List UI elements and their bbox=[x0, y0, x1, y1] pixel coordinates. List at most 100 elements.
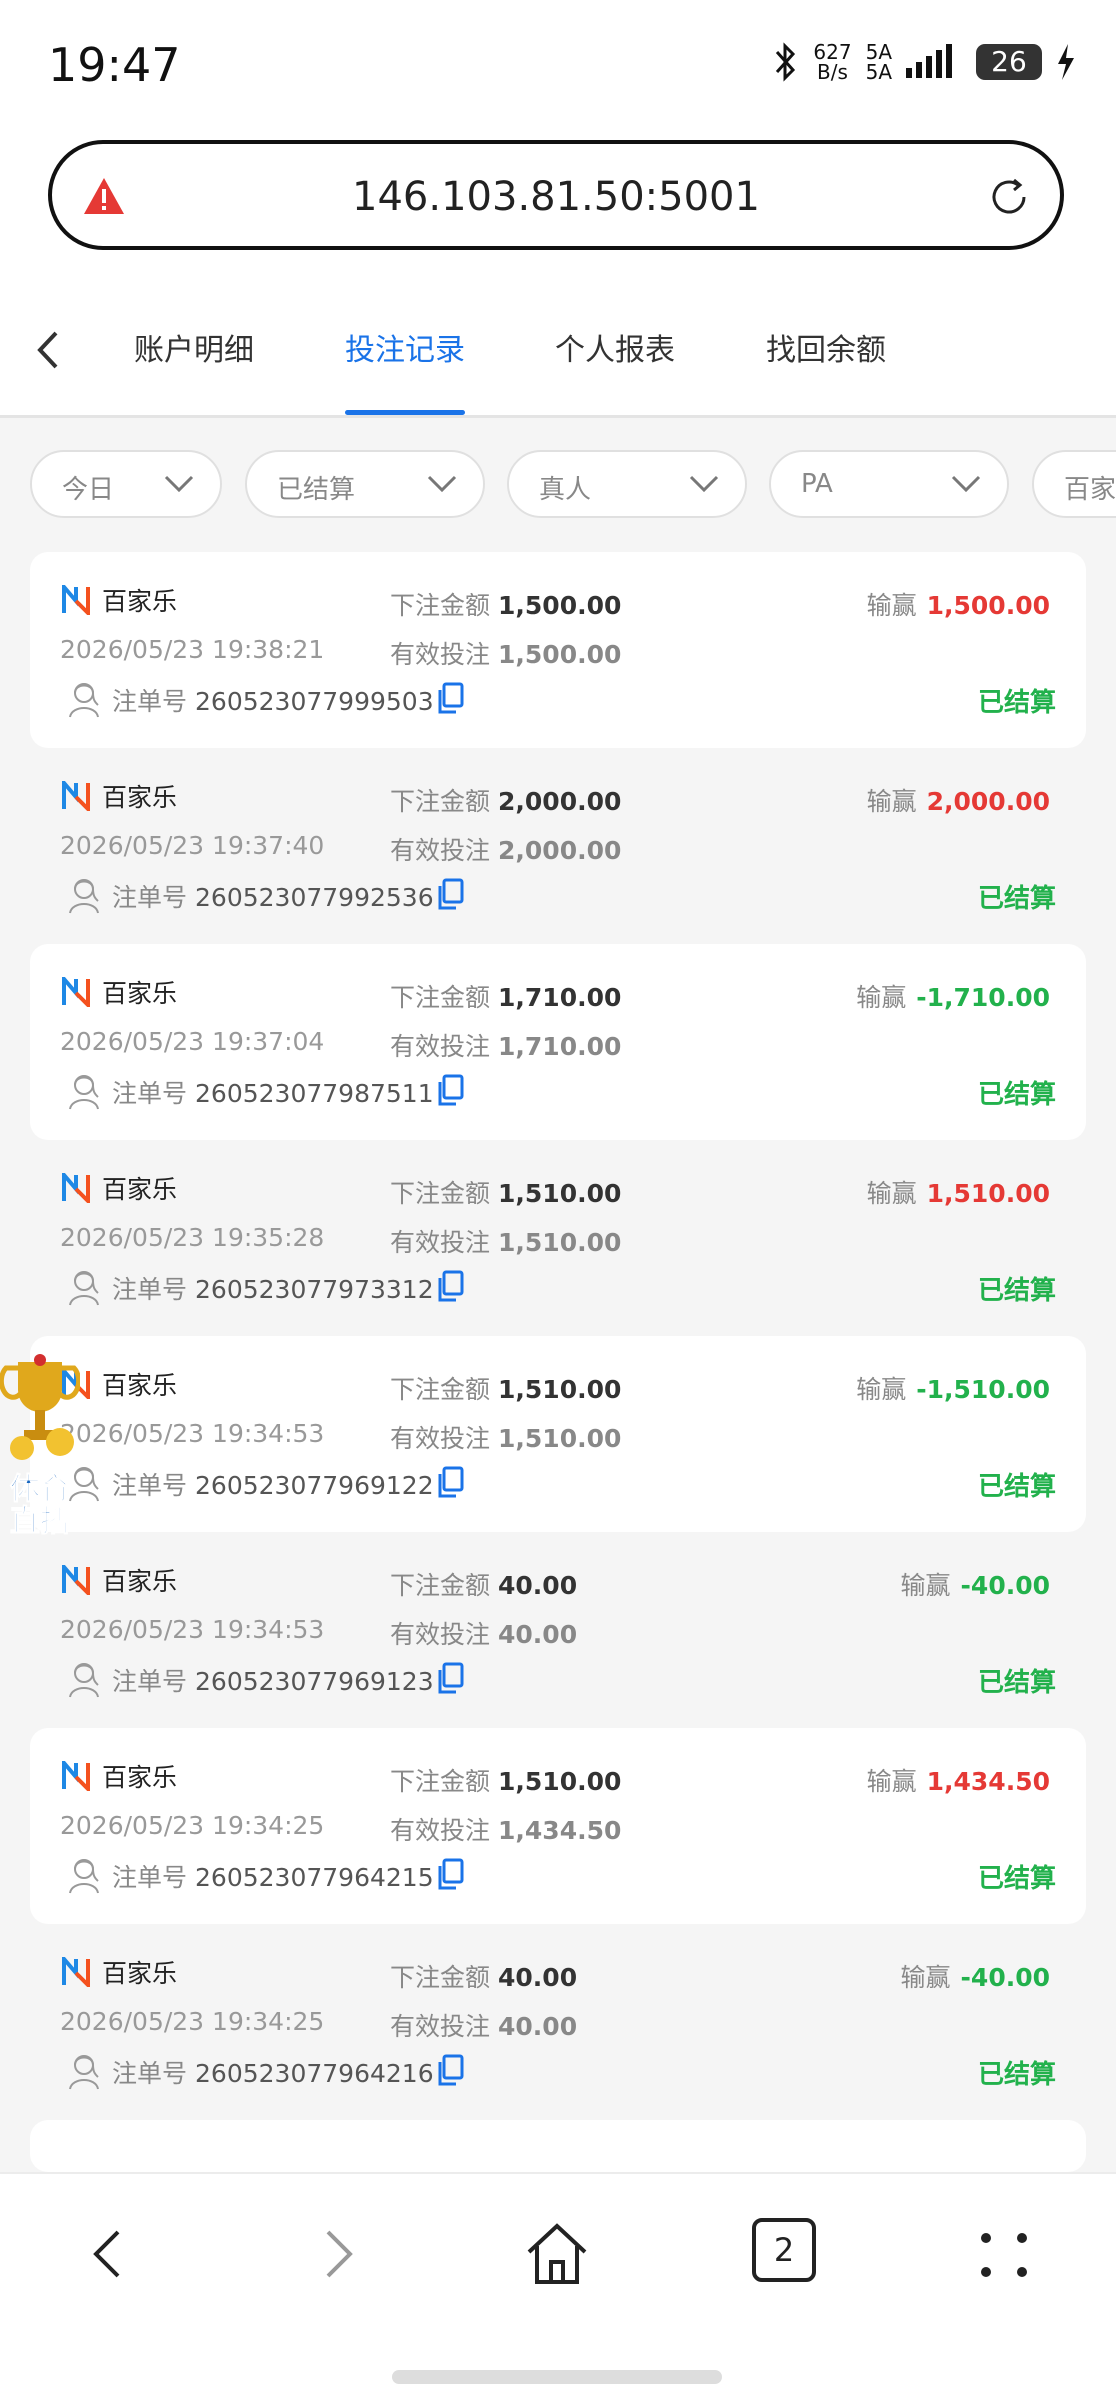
bet-amount: 下注金额 1,510.00 bbox=[390, 1767, 622, 1796]
filter-platform[interactable]: PA bbox=[769, 450, 1009, 518]
valid-bet: 有效投注 1,510.00 bbox=[390, 1228, 622, 1257]
bet-record-card[interactable]: 百家乐 下注金额 2,000.00 有效投注 2,000.00 输赢 2,000.00 202… bbox=[30, 748, 1086, 944]
tab-account-details[interactable]: 账户明细 bbox=[134, 325, 254, 369]
avatar-icon bbox=[69, 1663, 99, 1698]
home-indicator bbox=[392, 2370, 722, 2384]
status-badge: 已结算 bbox=[977, 1276, 1056, 1306]
order-number: 注单号 260523077987511 bbox=[112, 1079, 434, 1108]
copy-icon[interactable] bbox=[436, 878, 464, 910]
avatar-icon bbox=[69, 1271, 99, 1306]
game-name: 百家乐 bbox=[102, 979, 178, 1008]
status-icons: 627 B/s 5A 5A 26 bbox=[773, 42, 1076, 82]
status-badge: 已结算 bbox=[977, 688, 1056, 718]
bet-amount: 下注金额 1,500.00 bbox=[390, 591, 622, 620]
bet-time: 2026/05/23 19:35:28 bbox=[60, 1223, 325, 1252]
win-loss: 输赢 1,434.50 bbox=[866, 1767, 1050, 1796]
tab-bet-records[interactable]: 投注记录 bbox=[345, 325, 465, 369]
filter-status[interactable]: 已结算 bbox=[245, 450, 485, 518]
win-loss: 输赢 2,000.00 bbox=[866, 787, 1050, 816]
order-number: 注单号 260523077969123 bbox=[112, 1667, 434, 1696]
game-name: 百家乐 bbox=[102, 1959, 178, 1988]
tab-personal-report[interactable]: 个人报表 bbox=[555, 325, 675, 369]
avatar-icon bbox=[69, 683, 99, 718]
address-bar[interactable]: 146.103.81.50:5001 bbox=[48, 140, 1064, 250]
bet-record-card[interactable]: 百家乐 下注金额 40.00 有效投注 40.00 输赢 -40.00 2026/05/23 … bbox=[30, 1924, 1086, 2120]
chevron-down-icon bbox=[951, 475, 981, 493]
bet-time: 2026/05/23 19:34:25 bbox=[60, 2007, 325, 2036]
copy-icon[interactable] bbox=[436, 1466, 464, 1498]
copy-icon[interactable] bbox=[436, 1074, 464, 1106]
reload-icon[interactable] bbox=[986, 174, 1032, 220]
copy-icon[interactable] bbox=[436, 1270, 464, 1302]
sports-live-badge[interactable]: 体育 直播 bbox=[0, 1352, 80, 1542]
chevron-down-icon bbox=[689, 475, 719, 493]
charging-icon bbox=[1058, 44, 1074, 80]
tab-recover-balance[interactable]: 找回余额 bbox=[766, 325, 886, 369]
chevron-down-icon bbox=[427, 475, 457, 493]
bet-amount: 下注金额 40.00 bbox=[390, 1571, 578, 1600]
status-badge: 已结算 bbox=[977, 1080, 1056, 1110]
avatar-icon bbox=[69, 1859, 99, 1894]
bet-record-card[interactable]: 百家乐 下注金额 1,500.00 有效投注 1,500.00 输赢 1,500.00 202… bbox=[30, 552, 1086, 748]
home-icon[interactable] bbox=[517, 2214, 597, 2294]
active-tab-indicator bbox=[345, 410, 465, 415]
bet-amount: 下注金额 1,510.00 bbox=[390, 1375, 622, 1404]
copy-icon[interactable] bbox=[436, 2054, 464, 2086]
filter-game[interactable]: 百家 bbox=[1032, 450, 1116, 518]
filter-date[interactable]: 今日 bbox=[30, 450, 222, 518]
tabs-button[interactable]: 2 bbox=[748, 2214, 828, 2294]
game-name: 百家乐 bbox=[102, 1567, 178, 1596]
valid-bet: 有效投注 1,510.00 bbox=[390, 1424, 622, 1453]
status-badge: 已结算 bbox=[977, 1472, 1056, 1502]
order-number: 注单号 260523077999503 bbox=[112, 687, 434, 716]
order-number: 注单号 260523077964216 bbox=[112, 2059, 434, 2088]
copy-icon[interactable] bbox=[436, 1858, 464, 1890]
sim-indicator: 5A 5A bbox=[865, 40, 892, 84]
copy-icon[interactable] bbox=[436, 682, 464, 714]
valid-bet: 有效投注 2,000.00 bbox=[390, 836, 622, 865]
bet-record-card[interactable] bbox=[30, 2120, 1086, 2172]
copy-icon[interactable] bbox=[436, 1662, 464, 1694]
game-logo-icon bbox=[62, 781, 90, 811]
valid-bet: 有效投注 1,710.00 bbox=[390, 1032, 622, 1061]
bet-amount: 下注金额 2,000.00 bbox=[390, 787, 622, 816]
valid-bet: 有效投注 1,434.50 bbox=[390, 1816, 622, 1845]
bet-record-card[interactable]: 百家乐 下注金额 40.00 有效投注 40.00 输赢 -40.00 2026/05/23 … bbox=[30, 1532, 1086, 1728]
back-icon[interactable] bbox=[28, 325, 68, 375]
order-number: 注单号 260523077973312 bbox=[112, 1275, 434, 1304]
browser-address-area: 146.103.81.50:5001 bbox=[0, 130, 1116, 285]
chevron-down-icon bbox=[164, 475, 194, 493]
avatar-icon bbox=[69, 1075, 99, 1110]
bet-record-card[interactable]: 百家乐 下注金额 1,510.00 有效投注 1,434.50 输赢 1,434.50 202… bbox=[30, 1728, 1086, 1924]
game-name: 百家乐 bbox=[102, 1175, 178, 1204]
game-name: 百家乐 bbox=[102, 1371, 178, 1400]
bet-amount: 下注金额 40.00 bbox=[390, 1963, 578, 1992]
order-number: 注单号 260523077969122 bbox=[112, 1471, 434, 1500]
bet-time: 2026/05/23 19:34:53 bbox=[60, 1615, 325, 1644]
bet-time: 2026/05/23 19:38:21 bbox=[60, 635, 325, 664]
status-bar: 19:47 627 B/s 5A 5A 26 bbox=[0, 0, 1116, 130]
game-logo-icon bbox=[62, 1761, 90, 1791]
bet-record-card[interactable]: 百家乐 下注金额 1,710.00 有效投注 1,710.00 输赢 -1,710.00 20… bbox=[30, 944, 1086, 1140]
bet-record-card[interactable]: 百家乐 下注金额 1,510.00 有效投注 1,510.00 输赢 1,510.00 202… bbox=[30, 1140, 1086, 1336]
bet-amount: 下注金额 1,710.00 bbox=[390, 983, 622, 1012]
bet-time: 2026/05/23 19:37:40 bbox=[60, 831, 325, 860]
filter-bar: 今日 已结算 真人 PA 百家 bbox=[0, 418, 1116, 533]
forward-icon[interactable] bbox=[296, 2214, 376, 2294]
game-logo-icon bbox=[62, 585, 90, 615]
url-text[interactable]: 146.103.81.50:5001 bbox=[52, 174, 1060, 220]
browser-bottom-nav: 2 bbox=[0, 2172, 1116, 2402]
bluetooth-icon bbox=[776, 42, 796, 82]
win-loss: 输赢 -1,710.00 bbox=[856, 983, 1050, 1012]
order-number: 注单号 260523077992536 bbox=[112, 883, 434, 912]
more-icon[interactable] bbox=[964, 2214, 1044, 2294]
bet-time: 2026/05/23 19:37:04 bbox=[60, 1027, 325, 1056]
status-badge: 已结算 bbox=[977, 2060, 1056, 2090]
filter-category[interactable]: 真人 bbox=[507, 450, 747, 518]
back-icon[interactable] bbox=[70, 2214, 150, 2294]
record-tabs: 账户明细 投注记录 个人报表 找回余额 bbox=[0, 285, 1116, 418]
badge-line2: 直播 bbox=[10, 1504, 71, 1539]
game-name: 百家乐 bbox=[102, 783, 178, 812]
bet-amount: 下注金额 1,510.00 bbox=[390, 1179, 622, 1208]
bet-record-card[interactable]: 百家乐 下注金额 1,510.00 有效投注 1,510.00 输赢 -1,510.00 20… bbox=[30, 1336, 1086, 1532]
